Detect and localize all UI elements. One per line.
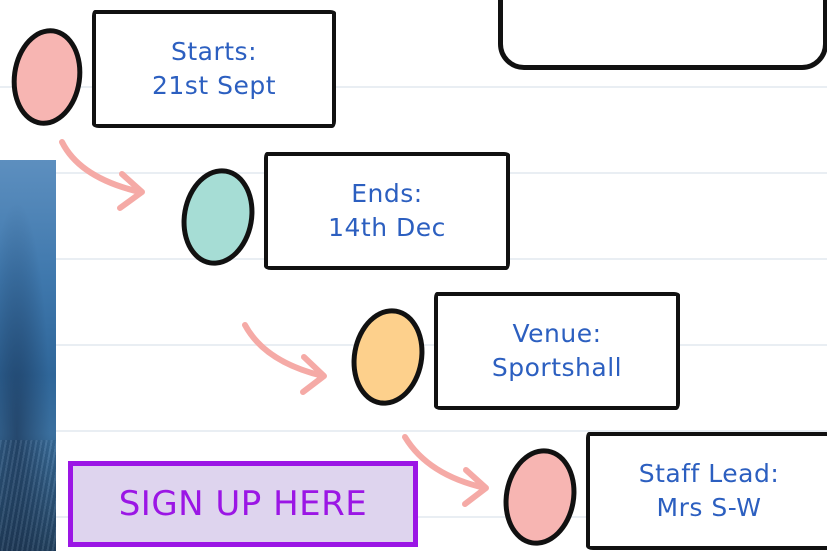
end-label: Ends:	[351, 178, 423, 208]
start-value: 21st Sept	[151, 71, 276, 100]
venue-value: Sportshall	[491, 353, 623, 382]
arrow-icon	[59, 139, 143, 195]
staff-lead-box: Staff Lead: Mrs S-W	[586, 432, 827, 550]
start-date-box: Starts: 21st Sept	[92, 10, 336, 128]
staff-lead-label: Staff Lead:	[638, 458, 780, 488]
start-label: Starts:	[170, 36, 258, 66]
sign-up-label: SIGN UP HERE	[118, 484, 368, 524]
arrow-icon	[242, 322, 326, 379]
end-date-box: Ends: 14th Dec	[264, 152, 510, 270]
venue-label: Venue:	[512, 318, 602, 348]
staff-lead-value: Mrs S-W	[656, 493, 762, 522]
end-value: 14th Dec	[328, 213, 446, 242]
sign-up-button[interactable]: SIGN UP HERE	[68, 461, 418, 547]
venue-box: Venue: Sportshall	[434, 292, 680, 410]
